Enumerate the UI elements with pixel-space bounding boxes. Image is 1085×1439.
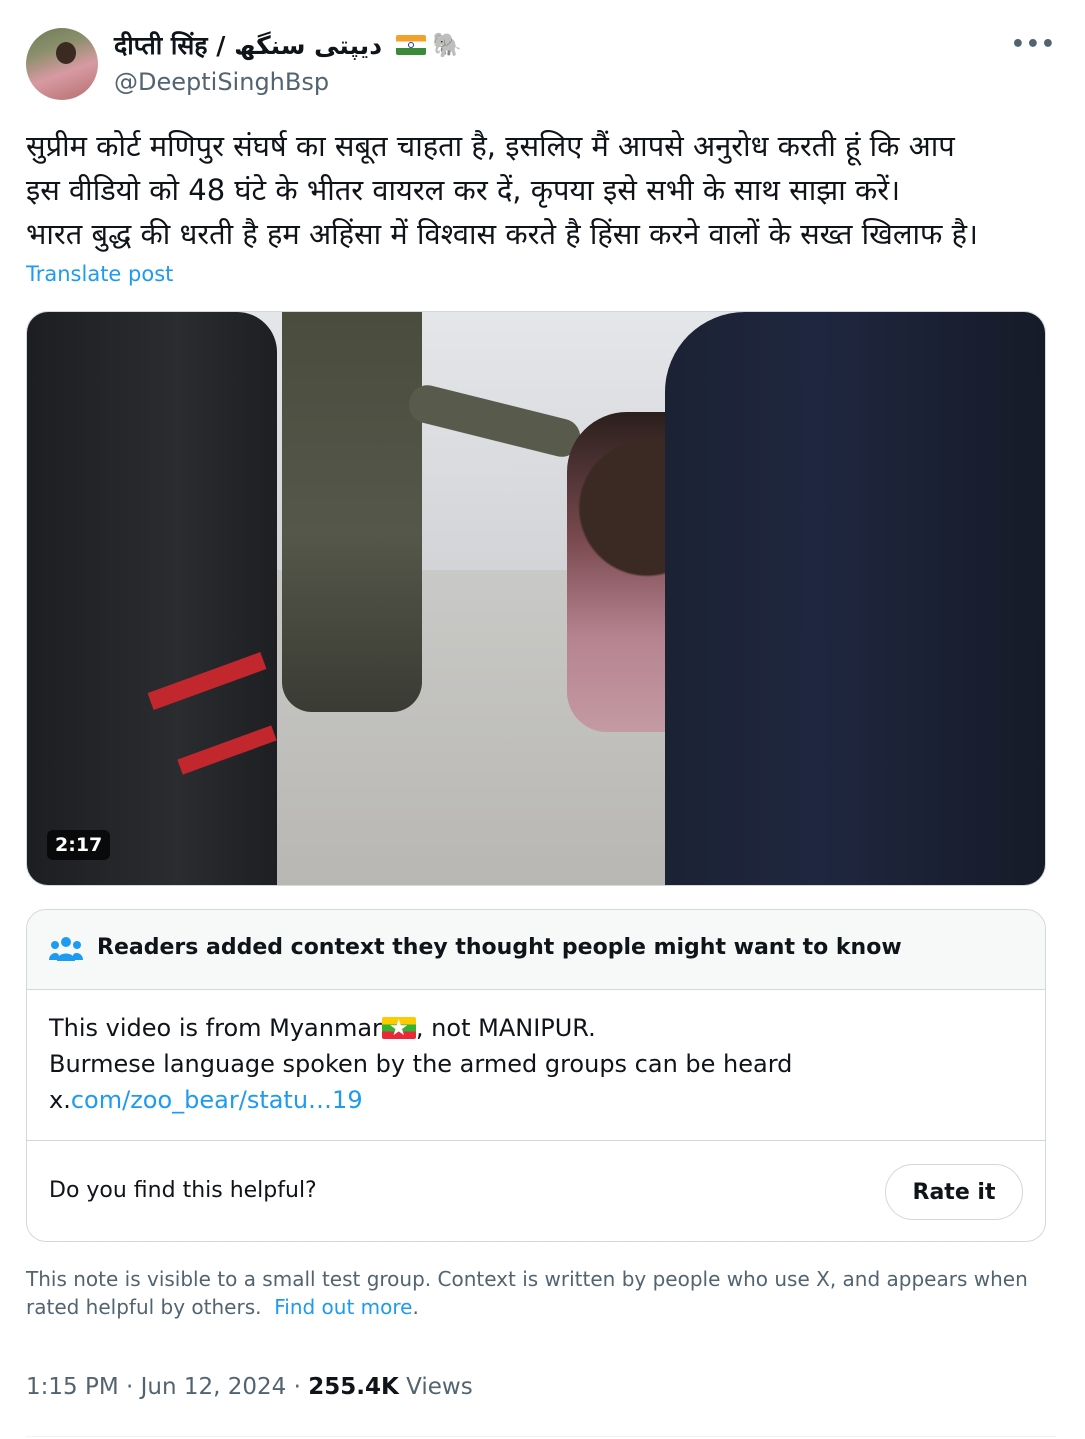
note-link-prefix: x. — [49, 1086, 71, 1114]
tweet-header: दीप्ती सिंह / دیپتی سنگھ 🐘 @DeeptiSinghB… — [26, 22, 1056, 102]
note-line-2: Burmese language spoken by the armed gro… — [49, 1050, 793, 1078]
people-icon — [49, 937, 83, 961]
views-label: Views — [398, 1374, 473, 1400]
video-frame-figure — [282, 312, 422, 712]
tweet-text: सुप्रीम कोर्ट मणिपुर संघर्ष का सबूत चाहत… — [26, 129, 979, 251]
meta-separator: · — [118, 1374, 141, 1400]
elephant-icon: 🐘 — [432, 31, 462, 59]
author-handle[interactable]: @DeeptiSinghBsp — [114, 68, 329, 96]
note-disclaimer: This note is visible to a small test gro… — [26, 1265, 1036, 1321]
video-duration-badge: 2:17 — [47, 830, 111, 860]
author-name[interactable]: दीप्ती सिंह / دیپتی سنگھ — [114, 28, 382, 62]
note-line-1: This video is from Myanmar , not MANIPUR. — [49, 1010, 1009, 1047]
find-out-more-link[interactable]: Find out more — [274, 1295, 412, 1319]
video-frame-figure — [27, 312, 277, 885]
community-note-body: This video is from Myanmar , not MANIPUR.… — [49, 1010, 1009, 1118]
note-line-3: x.com/zoo_bear/statu…19 — [49, 1082, 1009, 1118]
note-line-1-end: , not MANIPUR. — [415, 1014, 596, 1042]
meta-separator: · — [286, 1374, 309, 1400]
tweet-time[interactable]: 1:15 PM — [26, 1374, 119, 1400]
author-name-row[interactable]: दीप्ती सिंह / دیپتی سنگھ 🐘 — [114, 28, 462, 62]
rate-it-button[interactable]: Rate it — [885, 1164, 1023, 1220]
translate-post-link[interactable]: Translate post — [26, 262, 173, 286]
video-frame-arm — [405, 381, 584, 461]
india-flag-icon — [396, 35, 427, 55]
video-player[interactable]: 2:17 — [26, 311, 1046, 886]
video-frame-figure — [665, 312, 1045, 885]
views-count: 255.4K — [308, 1374, 399, 1400]
tweet-meta: 1:15 PM · Jun 12, 2024 · 255.4K Views — [26, 1374, 473, 1400]
helpful-question: Do you find this helpful? — [49, 1178, 317, 1203]
tweet-date[interactable]: Jun 12, 2024 — [141, 1374, 287, 1400]
divider — [27, 1140, 1045, 1141]
community-note: Readers added context they thought peopl… — [26, 909, 1046, 1242]
more-options-icon[interactable]: ••• — [1011, 32, 1056, 57]
myanmar-flag-icon — [381, 1011, 416, 1047]
note-line-1-text: This video is from Myanmar — [49, 1014, 382, 1042]
disclaimer-text: This note is visible to a small test gro… — [26, 1267, 1028, 1319]
avatar[interactable] — [26, 28, 98, 100]
disclaimer-end: . — [412, 1295, 419, 1319]
note-source-link[interactable]: com/zoo_bear/statu…19 — [71, 1086, 363, 1114]
divider — [26, 1436, 1056, 1437]
community-note-header: Readers added context they thought peopl… — [27, 910, 1045, 990]
community-note-title: Readers added context they thought peopl… — [97, 935, 902, 960]
